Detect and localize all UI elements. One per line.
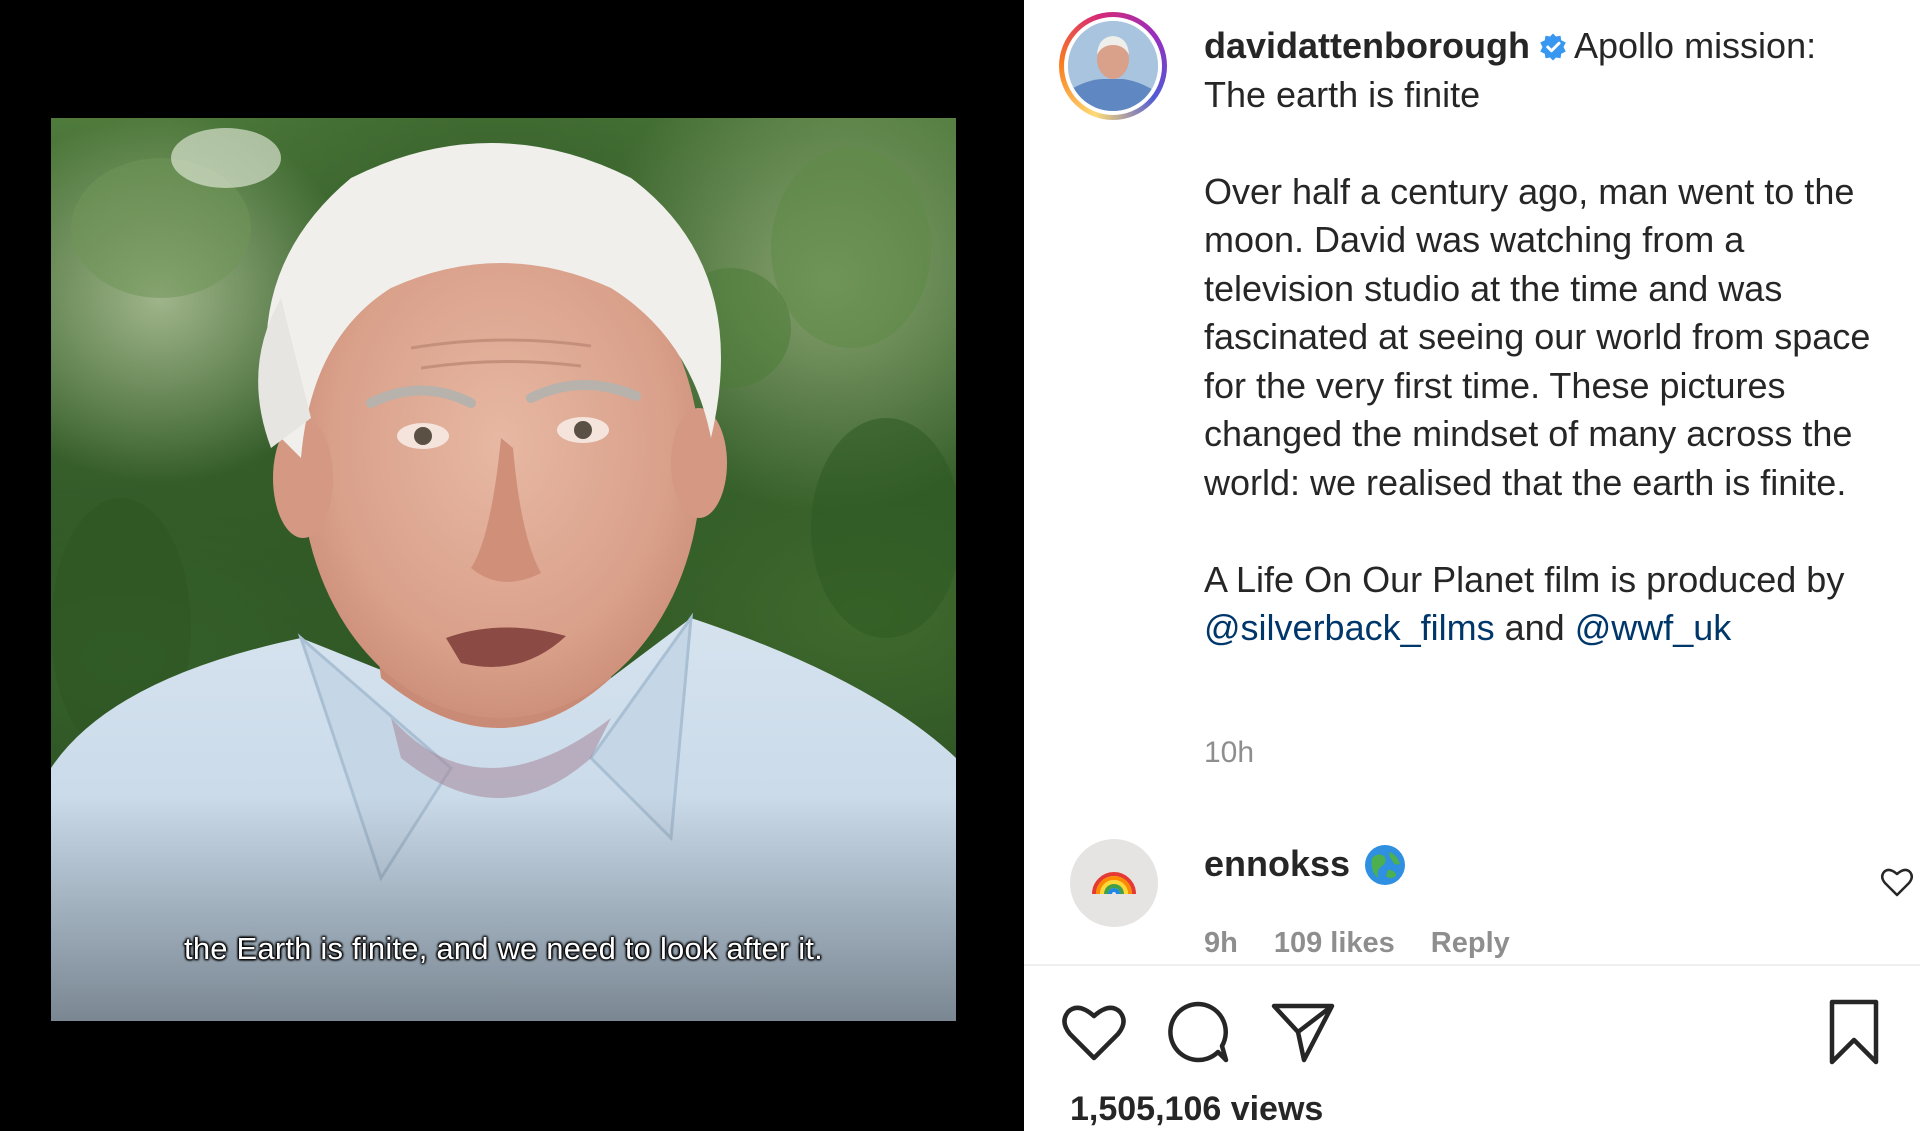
- commenter-avatar[interactable]: [1070, 839, 1158, 927]
- mention-silverback-films[interactable]: @silverback_films: [1204, 607, 1495, 648]
- post-actions-bar: 1,505,106 views: [1024, 966, 1920, 1131]
- media-pane: the Earth is finite, and we need to look…: [0, 0, 1024, 1131]
- instagram-post-view: the Earth is finite, and we need to look…: [0, 0, 1920, 1131]
- caption-paragraph-1: Over half a century ago, man went to the…: [1204, 170, 1871, 503]
- caption-title-line2: The earth is finite: [1204, 73, 1481, 115]
- comment-reply-button[interactable]: Reply: [1431, 927, 1510, 959]
- verified-badge-icon: [1540, 33, 1566, 61]
- post-video[interactable]: the Earth is finite, and we need to look…: [51, 118, 956, 1021]
- video-subtitle: the Earth is finite, and we need to look…: [184, 931, 823, 966]
- caption-and-word: and: [1504, 607, 1565, 648]
- caption-paragraph-2-text: A Life On Our Planet film is produced by: [1204, 558, 1845, 600]
- author-avatar[interactable]: [1059, 12, 1167, 120]
- caption-title-line1: Apollo mission:: [1574, 25, 1817, 66]
- globe-icon: [1365, 845, 1405, 885]
- comment-like-heart-icon[interactable]: [1879, 864, 1915, 900]
- caption-scroll-area[interactable]: davidattenborough Apollo mission: The ear…: [1024, 0, 1920, 964]
- comment-meta: 9h 109 likes Reply: [1204, 927, 1546, 960]
- caption-paragraph-2: A Life On Our Planet film is produced by…: [1204, 556, 1904, 653]
- heart-icon[interactable]: [1060, 998, 1128, 1066]
- post-caption: davidattenborough Apollo mission: The ear…: [1204, 22, 1904, 653]
- share-icon[interactable]: [1268, 998, 1336, 1066]
- comment-time: 9h: [1204, 927, 1238, 959]
- bookmark-icon[interactable]: [1820, 998, 1888, 1066]
- post-info-pane: davidattenborough Apollo mission: The ear…: [1024, 0, 1920, 1131]
- post-timestamp: 10h: [1204, 736, 1255, 769]
- comment-likes[interactable]: 109 likes: [1274, 927, 1395, 959]
- speaker-figure: [51, 118, 956, 1021]
- comment-username[interactable]: ennokss: [1204, 843, 1350, 885]
- rainbow-icon: [1092, 872, 1136, 895]
- comment-icon[interactable]: [1164, 998, 1232, 1066]
- author-avatar-image: [1068, 21, 1158, 111]
- view-count[interactable]: 1,505,106 views: [1070, 1090, 1323, 1129]
- mention-wwf-uk[interactable]: @wwf_uk: [1575, 607, 1732, 648]
- author-username[interactable]: davidattenborough: [1204, 25, 1530, 66]
